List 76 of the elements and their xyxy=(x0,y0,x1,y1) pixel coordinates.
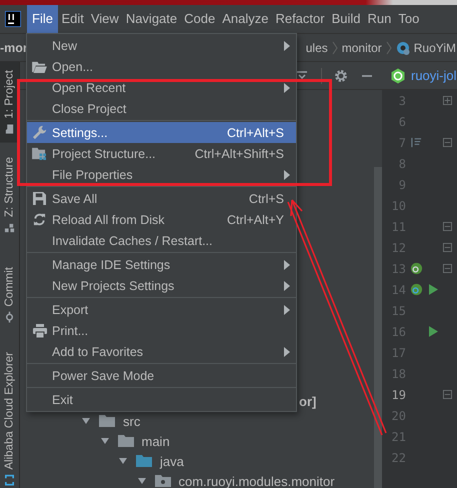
expand-arrow-icon[interactable] xyxy=(100,436,110,446)
tree-item-label[interactable]: src xyxy=(123,414,140,428)
menu-bar-item[interactable]: File xyxy=(27,5,58,33)
menu-bar-item[interactable]: Refactor xyxy=(272,5,328,33)
expand-arrow-icon[interactable] xyxy=(81,416,91,426)
app-logo-icon xyxy=(5,11,21,27)
expand-arrow-icon[interactable] xyxy=(118,456,128,466)
menu-item[interactable]: New Projects Settings xyxy=(27,275,296,296)
menu-item[interactable]: Exit xyxy=(27,389,296,410)
folder-icon xyxy=(118,434,134,448)
brackets-icon xyxy=(4,474,15,486)
folder-icon xyxy=(99,414,115,428)
project-structure-icon xyxy=(32,147,47,160)
tree-item-label[interactable]: or] xyxy=(299,394,316,408)
menu-bar-item[interactable]: View xyxy=(87,5,122,33)
menu-item[interactable]: Invalidate Caches / Restart... xyxy=(27,230,296,251)
menu-item[interactable]: Project Structure... Ctrl+Alt+Shift+S xyxy=(27,143,296,164)
tree-item-label[interactable]: java xyxy=(160,454,184,468)
folder-icon xyxy=(4,124,15,135)
menu-item[interactable]: Print... xyxy=(27,320,296,341)
menu-item[interactable]: Save All Ctrl+S xyxy=(27,188,296,209)
menu-bar-item[interactable]: Code xyxy=(180,5,219,33)
commit-icon xyxy=(4,311,15,322)
hexagon-icon xyxy=(390,68,406,84)
breadcrumb-item[interactable]: monitor xyxy=(342,40,382,54)
menu-bar-item[interactable]: Run xyxy=(364,5,395,33)
save-icon xyxy=(33,192,46,205)
chevron-icon xyxy=(386,40,392,54)
expand-arrow-icon[interactable] xyxy=(136,476,146,486)
structure-icon xyxy=(4,222,15,233)
run-icon[interactable] xyxy=(428,284,438,295)
tool-window-tab[interactable]: Z: Structure xyxy=(0,148,19,241)
tree-item-label[interactable]: main xyxy=(142,434,170,448)
reload-icon xyxy=(33,213,46,226)
menu-bar-item[interactable]: Analyze xyxy=(218,5,272,33)
folder-icon xyxy=(32,60,47,72)
menu-bar-item[interactable]: Edit xyxy=(58,5,88,33)
printer-icon xyxy=(32,324,46,338)
chevron-icon xyxy=(332,40,338,54)
tool-window-tab[interactable]: 1: Project xyxy=(0,62,19,143)
bean-icon[interactable] xyxy=(410,283,422,296)
menu-item[interactable]: Close Project xyxy=(27,98,296,119)
fold-marker-icon[interactable] xyxy=(442,138,452,147)
bean-search-icon[interactable] xyxy=(410,262,422,275)
structure-icon xyxy=(410,137,422,148)
menu-item[interactable]: Reload All from Disk Ctrl+Alt+Y xyxy=(27,209,296,230)
class-icon xyxy=(396,40,410,54)
folder-icon xyxy=(136,454,152,468)
fold-marker-icon[interactable] xyxy=(442,264,452,273)
tool-window-tab[interactable]: Alibaba Cloud Explorer xyxy=(0,344,19,488)
menu-item[interactable]: Export xyxy=(27,299,296,320)
fold-marker-icon[interactable] xyxy=(442,222,452,231)
menu-item[interactable]: Open... xyxy=(27,56,296,77)
scrollbar[interactable] xyxy=(374,167,382,488)
wrench-icon xyxy=(32,125,47,140)
menu-item[interactable]: Add to Favorites xyxy=(27,341,296,362)
tree-item-label[interactable]: com.ruoyi.modules.monitor xyxy=(178,474,335,488)
menu-item[interactable]: Open Recent xyxy=(27,77,296,98)
line-number: 19 xyxy=(390,388,406,402)
fold-marker-icon[interactable] xyxy=(442,243,452,252)
run-icon[interactable] xyxy=(428,326,438,337)
menu-item[interactable]: Settings... Ctrl+Alt+S xyxy=(27,122,296,143)
settings-icon[interactable] xyxy=(334,68,348,82)
menu-bar-item[interactable]: Build xyxy=(328,5,364,33)
fold-marker-icon[interactable] xyxy=(442,390,452,399)
breadcrumb-item[interactable]: ules xyxy=(306,40,328,54)
menu-bar-item[interactable]: Too xyxy=(394,5,423,33)
menu-item[interactable]: File Properties xyxy=(27,164,296,185)
tool-window-tab[interactable]: Commit xyxy=(0,258,19,330)
fold-marker-icon[interactable] xyxy=(442,96,452,105)
menu-item[interactable]: Power Save Mode xyxy=(27,365,296,386)
breadcrumb-item[interactable]: RuoYiM xyxy=(414,40,456,54)
menu-item[interactable]: Manage IDE Settings xyxy=(27,254,296,275)
menu-item[interactable]: New xyxy=(27,35,296,56)
menu-bar-item[interactable]: Navigate xyxy=(122,5,181,33)
breadcrumb-item[interactable]: -mor xyxy=(0,40,28,54)
